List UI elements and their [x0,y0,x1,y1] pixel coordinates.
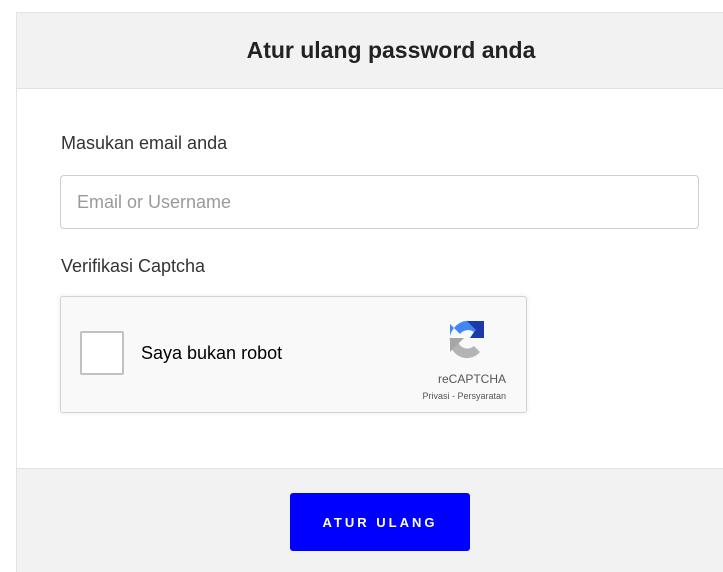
card-footer: ATUR ULANG [17,468,723,572]
captcha-label: Verifikasi Captcha [61,256,206,276]
recaptcha-logo-icon [449,320,484,359]
recaptcha-checkbox[interactable] [80,331,124,375]
recaptcha-checkbox-label[interactable]: Saya bukan robot [141,343,282,364]
card-body: Masukan email anda Verifikasi Captcha Sa… [17,89,723,468]
card-header: Atur ulang password anda [17,13,723,89]
reset-password-card: Atur ulang password anda Masukan email a… [16,12,723,572]
email-label: Masukan email anda [61,133,228,153]
recaptcha-brand: reCAPTCHA [437,372,506,386]
email-input[interactable] [60,175,699,229]
recaptcha-privacy-link[interactable]: Privasi [422,391,449,401]
reset-button[interactable]: ATUR ULANG [290,493,470,551]
page-title: Atur ulang password anda [246,37,536,63]
recaptcha-links: Privasi - Persyaratan [422,391,506,401]
recaptcha-widget: Saya bukan robot reCAPTCHA Privasi - Per… [60,296,527,413]
recaptcha-terms-link[interactable]: Persyaratan [457,391,506,401]
